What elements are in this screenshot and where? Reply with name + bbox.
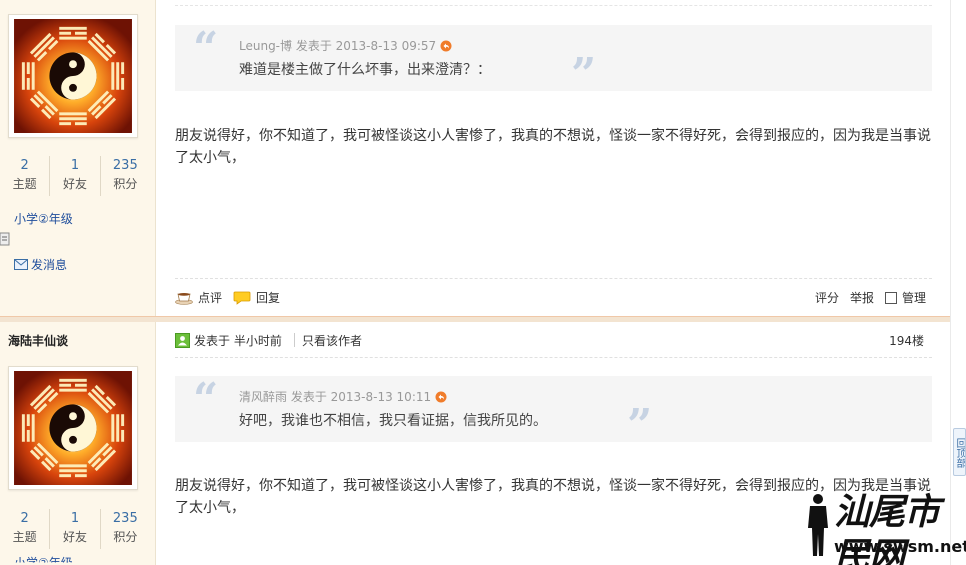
user-level-link[interactable]: 小学②年级 [14, 554, 73, 563]
quote-block: “ Leung-博 发表于 2013-8-13 09:57 难道是楼主做了什么坏… [175, 23, 932, 97]
mail-icon [14, 259, 28, 270]
quote-reply-arrow-icon[interactable] [435, 391, 447, 403]
stat-value: 235 [112, 511, 138, 526]
close-quote-mark: ” [627, 400, 653, 451]
stat-label: 主题 [12, 177, 37, 191]
stat-label: 好友 [62, 530, 87, 544]
add-friend-icon[interactable] [0, 232, 10, 246]
stat-value: 2 [20, 511, 29, 526]
speech-bubble-icon [233, 291, 251, 305]
stat-label: 积分 [113, 177, 138, 191]
stat-friends[interactable]: 1 好友 [50, 156, 101, 196]
only-author-link[interactable]: 只看该作者 [302, 332, 362, 349]
checkbox[interactable] [885, 291, 897, 304]
rate-label: 评分 [815, 291, 840, 305]
cup-icon [175, 292, 193, 305]
floor-number[interactable]: 194楼 [889, 332, 924, 349]
user-stats: 2 主题 1 好友 235 积分 [0, 156, 150, 196]
author-name[interactable]: 海陆丰仙谈 [8, 332, 68, 349]
post1-content: “ Leung-博 发表于 2013-8-13 09:57 难道是楼主做了什么坏… [157, 0, 950, 316]
manage-checkbox[interactable]: 管理 [885, 289, 926, 306]
stat-friends[interactable]: 1 好友 [50, 509, 101, 549]
user-level-link[interactable]: 小学②年级 [14, 210, 73, 227]
quote-meta: Leung-博 发表于 2013-8-13 09:57 [239, 37, 452, 54]
comment-button[interactable]: 点评 [175, 289, 222, 306]
stat-value: 2 [20, 158, 29, 173]
stat-label: 好友 [62, 177, 87, 191]
silhouette-figure-icon [808, 494, 828, 556]
user-stats: 2 主题 1 好友 235 积分 [0, 509, 150, 549]
divider [294, 333, 295, 347]
site-watermark: 汕尾市民网 www.swsm.net [800, 488, 966, 565]
avatar[interactable] [8, 366, 138, 490]
stat-points[interactable]: 235 积分 [101, 509, 150, 549]
quote-author-time: Leung-博 发表于 2013-8-13 09:57 [239, 39, 437, 53]
open-quote-mark: “ [193, 374, 219, 425]
post2-author-panel: 海陆丰仙谈 2 主题 1 好友 235 积分 小学②年级 [0, 322, 156, 565]
divider [175, 5, 932, 6]
reply-label: 回复 [256, 291, 281, 305]
avatar[interactable] [8, 14, 138, 138]
right-margin [950, 0, 966, 565]
back-to-top-button[interactable]: 回顶部 [953, 428, 966, 476]
post-header: 发表于 半小时前 只看该作者 194楼 [175, 322, 932, 358]
stat-topics[interactable]: 2 主题 [0, 156, 51, 196]
quote-text: 好吧，我谁也不相信，我只看证据，信我所见的。 [239, 413, 547, 429]
stat-value: 1 [70, 511, 80, 526]
user-status-icon [175, 333, 190, 348]
post1-author-panel: 2 主题 1 好友 235 积分 小学②年级 发消息 [0, 0, 156, 316]
stat-value: 1 [70, 158, 80, 173]
post-time: 发表于 半小时前 [175, 332, 282, 349]
quote-meta: 清风醉雨 发表于 2013-8-13 10:11 [239, 388, 447, 405]
stat-label: 主题 [12, 530, 37, 544]
report-button[interactable]: 举报 [850, 289, 874, 306]
stat-value: 235 [112, 158, 138, 173]
forum-thread-page: 2 主题 1 好友 235 积分 小学②年级 发消息 “ Leung-博 发表于… [0, 0, 966, 565]
reply-button[interactable]: 回复 [233, 289, 280, 306]
quote-text: 难道是楼主做了什么坏事，出来澄清？： [239, 62, 491, 78]
bagua-avatar-image [14, 19, 132, 133]
send-message-link[interactable]: 发消息 [14, 256, 67, 273]
quote-reply-arrow-icon[interactable] [440, 40, 452, 52]
post-body: 朋友说得好，你不知道了，我可被怪谈这小人害惨了，我真的不想说，怪谈一家不得好死，… [175, 128, 931, 166]
send-message-label: 发消息 [31, 258, 68, 272]
post-time-label: 发表于 半小时前 [194, 334, 282, 348]
post-action-bar: 点评 回复 评分 举报 管理 [175, 278, 932, 316]
stat-topics[interactable]: 2 主题 [0, 509, 51, 549]
stat-points[interactable]: 235 积分 [101, 156, 150, 196]
watermark-url: www.swsm.net [834, 537, 966, 556]
quote-block: “ 清风醉雨 发表于 2013-8-13 10:11 好吧，我谁也不相信，我只看… [175, 374, 932, 448]
manage-label: 管理 [902, 291, 927, 305]
report-label: 举报 [850, 291, 875, 305]
close-quote-mark: ” [571, 49, 597, 100]
quote-author-time: 清风醉雨 发表于 2013-8-13 10:11 [239, 390, 432, 404]
stat-label: 积分 [113, 530, 138, 544]
bagua-avatar-image [14, 371, 132, 485]
comment-label: 点评 [198, 291, 223, 305]
open-quote-mark: “ [193, 23, 219, 74]
rate-button[interactable]: 评分 [815, 289, 839, 306]
